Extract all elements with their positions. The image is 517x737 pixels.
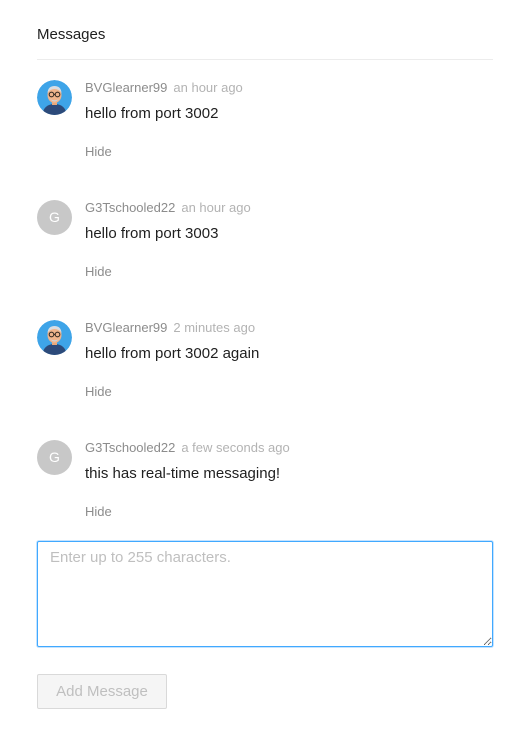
comment-item: BVGlearner99 an hour ago hello from port …: [37, 80, 493, 180]
comment-content: hello from port 3002: [85, 105, 219, 122]
comment-time: an hour ago: [181, 200, 251, 215]
comment-time: 2 minutes ago: [173, 320, 256, 335]
comment-author[interactable]: BVGlearner99: [85, 320, 167, 335]
message-input[interactable]: [37, 541, 493, 647]
comment-author[interactable]: BVGlearner99: [85, 80, 167, 95]
comment-time: a few seconds ago: [181, 440, 290, 455]
comment-item: G G3Tschooled22 an hour ago hello from po…: [37, 200, 493, 300]
messages-heading: Messages: [37, 26, 106, 43]
add-message-button[interactable]: Add Message: [37, 674, 167, 709]
illustrated-person-icon: [37, 80, 72, 115]
illustrated-person-icon: [37, 320, 72, 355]
header-divider: [37, 59, 493, 60]
hide-button[interactable]: Hide: [85, 144, 112, 160]
comment-meta: BVGlearner99 2 minutes ago: [85, 320, 255, 336]
comment-time: an hour ago: [173, 80, 243, 95]
comment-meta: G3Tschooled22 an hour ago: [85, 200, 251, 216]
comment-meta: G3Tschooled22 a few seconds ago: [85, 440, 290, 456]
hide-button[interactable]: Hide: [85, 384, 112, 400]
comment-content: hello from port 3003: [85, 225, 219, 242]
comment-item: BVGlearner99 2 minutes ago hello from por…: [37, 320, 493, 420]
comment-author[interactable]: G3Tschooled22: [85, 200, 175, 215]
avatar: [37, 80, 72, 115]
avatar: G: [37, 200, 72, 235]
hide-button[interactable]: Hide: [85, 264, 112, 280]
comment-author[interactable]: G3Tschooled22: [85, 440, 175, 455]
hide-button[interactable]: Hide: [85, 504, 112, 520]
avatar: G: [37, 440, 72, 475]
comment-content: this has real-time messaging!: [85, 465, 281, 482]
avatar: [37, 320, 72, 355]
comment-content: hello from port 3002 again: [85, 345, 260, 362]
comment-item: G G3Tschooled22 a few seconds ago this ha…: [37, 440, 493, 540]
comment-meta: BVGlearner99 an hour ago: [85, 80, 243, 96]
